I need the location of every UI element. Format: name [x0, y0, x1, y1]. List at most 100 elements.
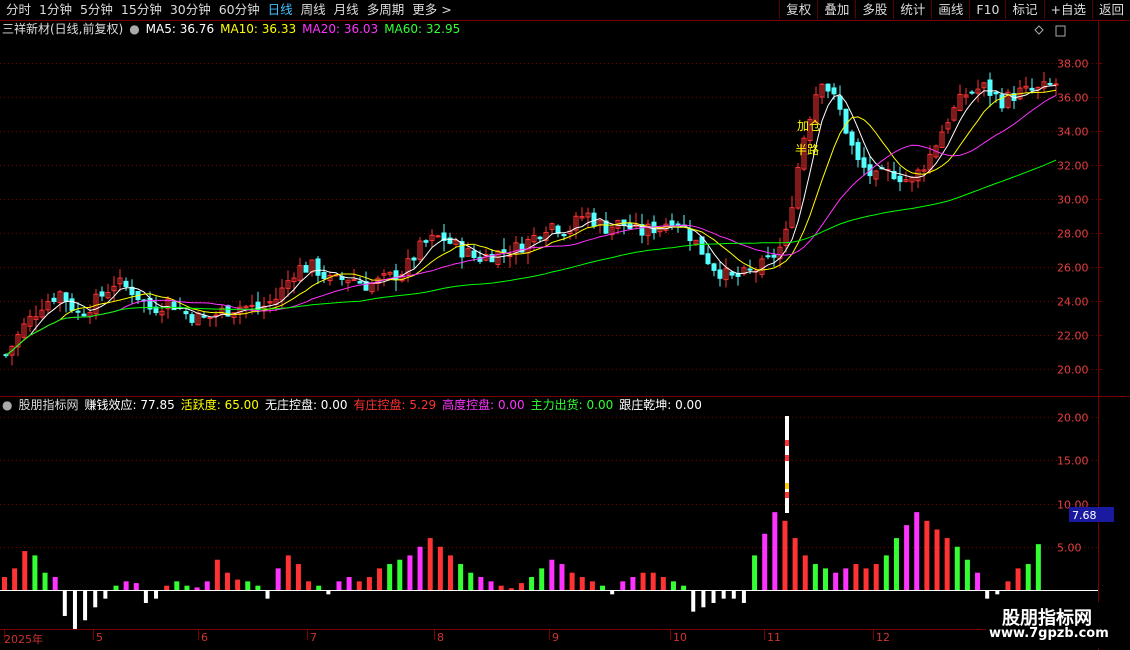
indicator-bar [802, 555, 808, 590]
candle-body [435, 235, 441, 238]
ma60-value: MA60: 32.95 [384, 22, 461, 36]
indicator-bar [559, 564, 565, 590]
indicator-bar [214, 559, 220, 590]
indicator-bar-negative [83, 590, 88, 621]
date-label-sep: 9 [552, 631, 559, 644]
price-tick-label: 24.00 [1057, 296, 1089, 309]
candle-body [765, 255, 771, 258]
indicator-bar [640, 572, 646, 590]
indicator-bar [42, 572, 48, 590]
candle-body [717, 269, 723, 279]
indicator-bar [549, 559, 555, 590]
indicator-bar [975, 572, 981, 590]
candle-body [831, 87, 837, 95]
indicator-bar [660, 577, 666, 590]
candle-body [189, 314, 195, 323]
indicator-bar [823, 568, 829, 590]
indicator-bar [387, 564, 393, 590]
candle-body [75, 310, 81, 313]
indicator-bar [235, 579, 241, 590]
date-label-dec: 12 [876, 631, 890, 644]
circle-arrow-icon[interactable]: ● [2, 397, 12, 413]
indicator-bar [589, 581, 595, 590]
indicator-bar [782, 520, 788, 590]
diamond-icon[interactable] [1034, 25, 1044, 35]
price-tick-label: 28.00 [1057, 228, 1089, 241]
indicator-bar [194, 587, 200, 590]
indicator-bar [22, 551, 28, 590]
indicator-bar [184, 585, 190, 590]
indicator-bar [670, 581, 676, 590]
candle-body [1029, 87, 1035, 91]
follow-dealer-value: 跟庄乾坤: 0.00 [619, 398, 702, 412]
indicator-bar [204, 581, 210, 590]
price-tick-label: 38.00 [1057, 58, 1089, 71]
indicator-bar [295, 564, 301, 590]
candle-body [825, 83, 831, 92]
indicator-bar-negative [103, 590, 108, 599]
price-tick-label: 20.00 [1057, 364, 1089, 377]
sub-indicator-header: ● 股朋指标网 赚钱效应: 77.85 活跃度: 65.00 无庄控盘: 0.0… [2, 397, 702, 413]
kline-chart[interactable]: 38.00 36.00 34.00 32.00 30.00 28.00 26.00 24.00… [0, 0, 1130, 650]
candle-body [63, 292, 69, 302]
high-control-value: 高度控盘: 0.00 [442, 398, 525, 412]
ma10-value: MA10: 36.33 [220, 22, 297, 36]
spike-segment [785, 483, 789, 489]
spike-segment [785, 492, 789, 498]
candle-body [51, 297, 57, 302]
candle-body [993, 91, 999, 95]
candle-body [249, 304, 255, 307]
candle-body [1047, 82, 1053, 85]
indicator-bar-negative [72, 590, 77, 629]
indicator-bar [437, 546, 443, 590]
date-label-may: 5 [96, 631, 103, 644]
indicator-name[interactable]: 股朋指标网 [18, 397, 78, 413]
date-label-jun: 6 [201, 631, 208, 644]
stock-title[interactable]: 三祥新材(日线,前复权) [2, 21, 123, 37]
price-axis: 38.00 36.00 34.00 32.00 30.00 28.00 26.00 24.00… [1057, 58, 1089, 555]
indicator-bar-negative [143, 590, 148, 603]
indicator-bar [569, 572, 575, 590]
indicator-bar-negative [610, 590, 615, 595]
indicator-bar-negative [93, 590, 98, 608]
indicator-bar [336, 581, 342, 590]
indicator-bar [620, 581, 626, 590]
ma20-line [5, 94, 1057, 356]
indicator-bar [245, 581, 251, 590]
indicator-bar [407, 555, 413, 590]
candlestick-series [3, 72, 1059, 366]
candle-body [843, 108, 849, 134]
window-icon[interactable] [1055, 25, 1066, 37]
indicator-bar [772, 512, 778, 590]
indicator-bar-negative [701, 590, 706, 608]
indicator-bar-negative [721, 590, 726, 599]
candle-body [423, 240, 429, 243]
indicator-bar-negative [985, 590, 990, 599]
candle-body [561, 233, 567, 237]
indicator-bar [893, 538, 899, 590]
sub-axis-marker-value: 7.68 [1072, 509, 1097, 522]
indicator-bar-negative [154, 590, 159, 599]
indicator-bar [579, 577, 585, 590]
watermark: 股朋指标网 www.7gpzb.com [986, 602, 1130, 648]
indicator-bar [843, 568, 849, 590]
indicator-bar [914, 512, 920, 590]
indicator-bar [1025, 564, 1031, 590]
indicator-bar [377, 568, 383, 590]
indicator-bar [964, 559, 970, 590]
candle-body [69, 298, 75, 312]
sub-tick-label: 5.00 [1057, 542, 1082, 555]
indicator-bar [468, 572, 474, 590]
indicator-bar [397, 559, 403, 590]
indicator-bar [1005, 581, 1011, 590]
indicator-bar-negative [265, 590, 270, 599]
indicator-bar [488, 581, 494, 590]
candle-body [705, 253, 711, 265]
circle-arrow-icon[interactable]: ● [129, 21, 139, 37]
ma5-value: MA5: 36.76 [145, 22, 215, 36]
indicator-bar [32, 555, 38, 590]
indicator-bar-negative [731, 590, 736, 599]
indicator-bar [224, 572, 230, 590]
candle-body [183, 311, 189, 315]
candle-body [687, 228, 693, 242]
